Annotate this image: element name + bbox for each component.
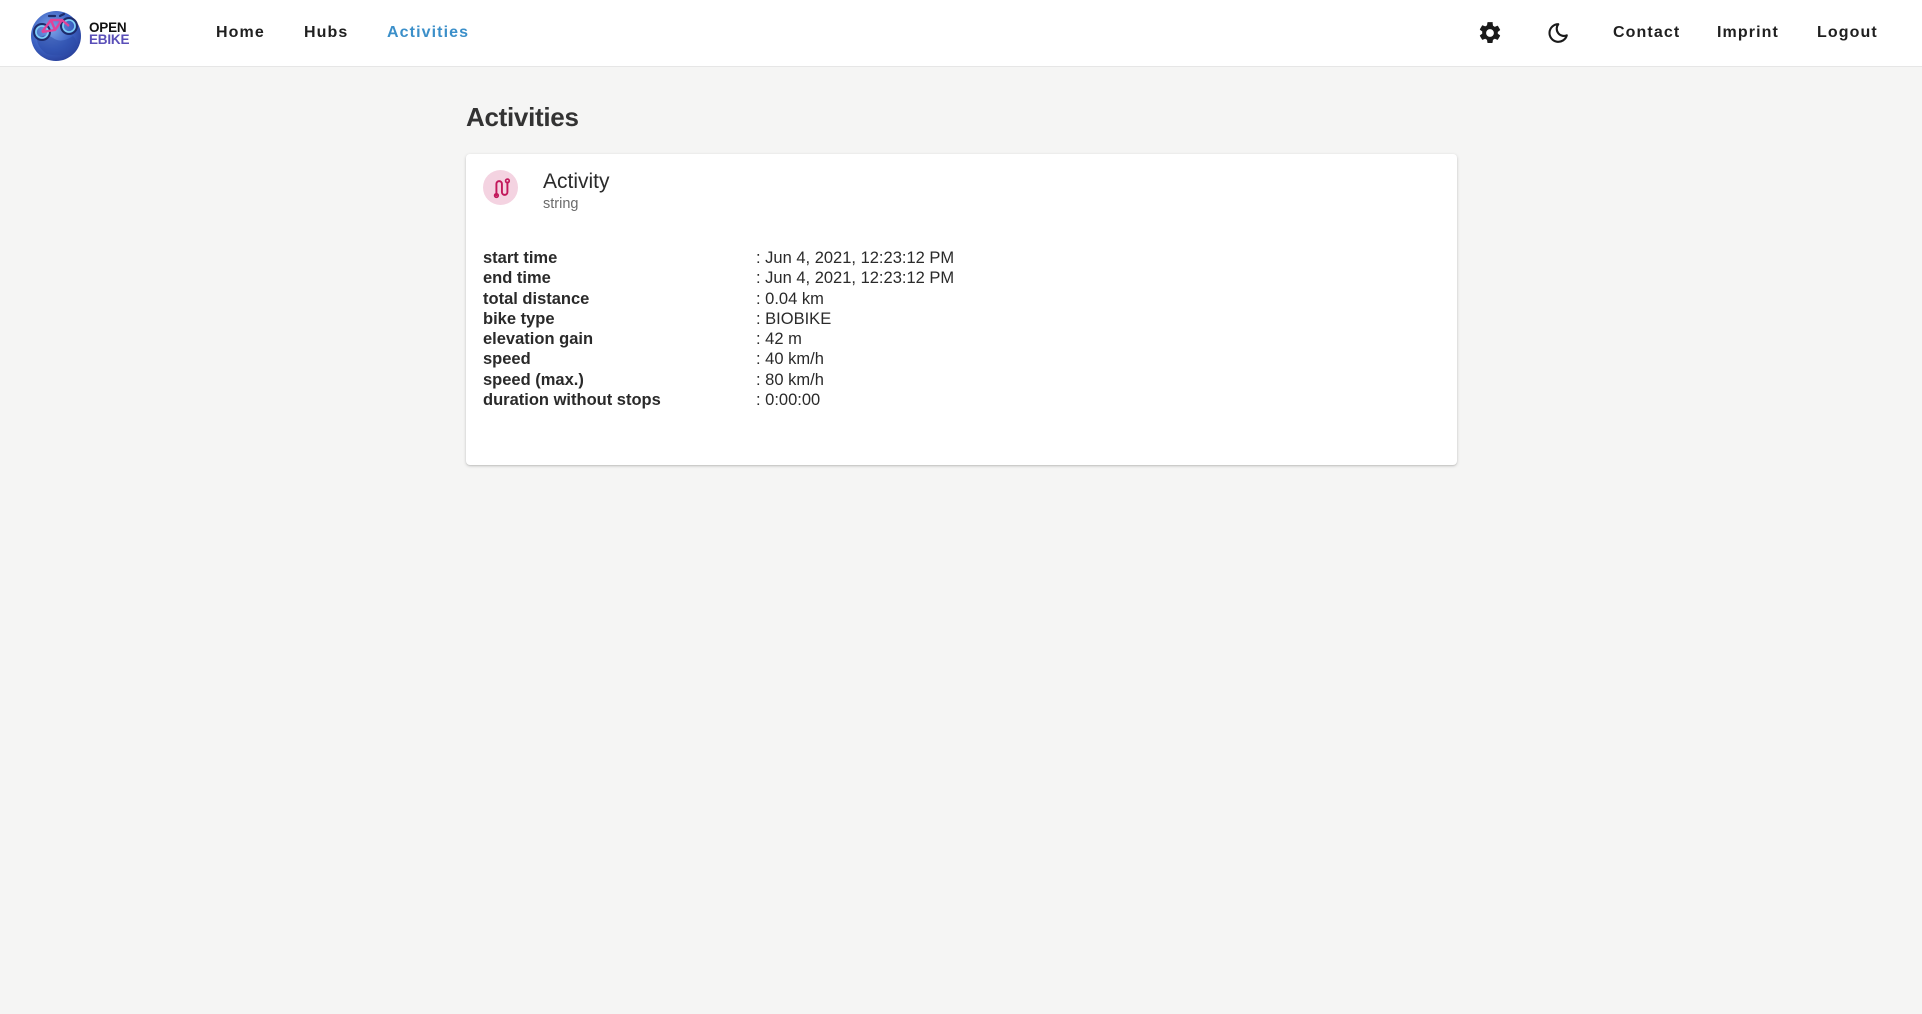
gear-icon bbox=[1479, 22, 1501, 43]
detail-label: total distance bbox=[483, 289, 590, 308]
nav-home-link[interactable]: Home bbox=[216, 0, 265, 66]
logout-link[interactable]: Logout bbox=[1817, 0, 1878, 66]
detail-row: speed 40 km/h bbox=[483, 349, 1383, 369]
route-icon bbox=[493, 177, 510, 198]
detail-label: start time bbox=[483, 249, 558, 267]
card-title: Activity bbox=[543, 170, 610, 193]
detail-row: elevation gain 42 m bbox=[483, 329, 1383, 349]
detail-row: start time Jun 4, 2021, 12:23:12 PM bbox=[483, 248, 1383, 268]
detail-label: speed bbox=[483, 350, 531, 369]
card-subtitle: string bbox=[543, 196, 579, 212]
detail-value: 0:00:00 bbox=[756, 390, 820, 410]
moon-icon bbox=[1548, 23, 1568, 43]
nav-contact-link[interactable]: Contact bbox=[1613, 0, 1680, 66]
bicycle-globe-logo-icon bbox=[31, 11, 81, 61]
nav-activities-link[interactable]: Activities bbox=[387, 0, 469, 66]
detail-value: 0.04 km bbox=[756, 289, 824, 309]
detail-row: duration without stops 0:00:00 bbox=[483, 390, 1383, 410]
detail-label: duration without stops bbox=[483, 391, 661, 410]
detail-value: BIOBIKE bbox=[756, 309, 831, 329]
detail-row: end time Jun 4, 2021, 12:23:12 PM bbox=[483, 268, 1383, 288]
activity-avatar bbox=[483, 170, 518, 205]
activity-card: Activity string start time Jun 4, 2021, … bbox=[466, 154, 1457, 465]
detail-row: total distance 0.04 km bbox=[483, 289, 1383, 309]
detail-row: bike type BIOBIKE bbox=[483, 309, 1383, 329]
detail-label: end time bbox=[483, 269, 551, 288]
top-navigation-bar: OPEN EBIKE Home Hubs Activities Contact … bbox=[0, 0, 1922, 67]
detail-label: bike type bbox=[483, 309, 555, 328]
detail-value: Jun 4, 2021, 12:23:12 PM bbox=[756, 248, 954, 268]
brand-line-2: EBIKE bbox=[89, 32, 130, 47]
detail-row: speed (max.) 80 km/h bbox=[483, 370, 1383, 390]
detail-label: speed (max.) bbox=[483, 370, 584, 389]
detail-value: 80 km/h bbox=[756, 370, 824, 390]
activity-details: start time Jun 4, 2021, 12:23:12 PM end … bbox=[483, 248, 1383, 410]
nav-hubs-link[interactable]: Hubs bbox=[304, 0, 348, 66]
detail-value: Jun 4, 2021, 12:23:12 PM bbox=[756, 268, 954, 288]
detail-value: 42 m bbox=[756, 329, 802, 349]
detail-value: 40 km/h bbox=[756, 349, 824, 369]
brand-logo[interactable]: OPEN EBIKE bbox=[29, 6, 139, 62]
detail-label: elevation gain bbox=[483, 330, 594, 349]
dark-mode-toggle[interactable] bbox=[1542, 17, 1574, 49]
settings-button[interactable] bbox=[1474, 17, 1506, 49]
brand-wordmark: OPEN EBIKE bbox=[89, 21, 130, 47]
page-title: Activities bbox=[466, 102, 579, 132]
nav-imprint-link[interactable]: Imprint bbox=[1717, 0, 1779, 66]
